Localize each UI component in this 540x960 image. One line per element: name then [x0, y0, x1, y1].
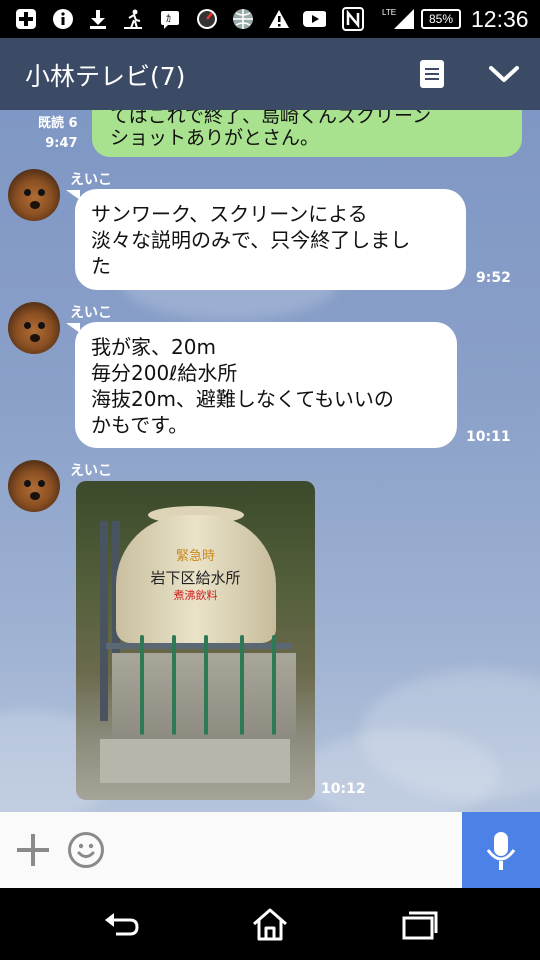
speedometer-icon [195, 7, 219, 31]
photo-text: 煮沸飲料 [173, 589, 218, 602]
warning-icon [267, 7, 291, 31]
my-message-bubble[interactable]: てはこれで終了、島崎くんスクリーン ショットありがとさん。 [92, 110, 522, 157]
back-icon[interactable] [102, 906, 142, 942]
recent-apps-icon[interactable] [400, 906, 440, 942]
plus-icon[interactable] [17, 834, 49, 866]
nfc-chat-icon: ｶ [158, 7, 182, 31]
message-bubble[interactable]: サンワーク、スクリーンによる 淡々な説明のみで、只今終了しまし た [75, 189, 466, 290]
message-line: かもです。 [91, 413, 189, 437]
message-text: ショットありがとさん。 [110, 127, 320, 149]
info-icon [51, 7, 75, 31]
chat-area[interactable]: 既読 6 9:47 てはこれで終了、島崎くんスクリーン ショットありがとさん。 … [0, 110, 540, 812]
sender-name: えいこ [70, 172, 112, 188]
message-bubble[interactable]: 我が家、20m 毎分200ℓ給水所 海抜20m、避難しなくてもいいの かもです。 [75, 322, 457, 448]
system-nav-bar [0, 888, 540, 960]
message-time: 9:52 [476, 270, 511, 286]
download-icon [86, 7, 110, 31]
message-line: た [91, 254, 111, 278]
input-bar [0, 812, 540, 888]
note-icon[interactable] [420, 60, 444, 88]
chat-header: 小林テレビ(7) [0, 38, 540, 110]
chat-title[interactable]: 小林テレビ(7) [25, 57, 185, 93]
read-receipt: 既読 6 9:47 [38, 114, 78, 154]
status-bar: ｶ LTE 85% 12:36 [0, 0, 540, 38]
read-count: 既読 6 [38, 116, 78, 131]
message-line: 淡々な説明のみで、只今終了しまし [91, 228, 411, 252]
lte-signal-icon: LTE [382, 7, 416, 31]
avatar[interactable] [8, 460, 60, 512]
avatar[interactable] [8, 169, 60, 221]
status-clock: 12:36 [471, 6, 529, 32]
microphone-icon[interactable] [462, 812, 540, 888]
battery-indicator: 85% [421, 9, 461, 29]
message-time: 10:11 [466, 429, 511, 445]
chevron-down-icon[interactable] [486, 58, 522, 90]
photo-text: 岩下区給水所 [150, 569, 241, 587]
message-text-partial: てはこれで終了、島崎くんスクリーン [110, 110, 432, 126]
message-line: 海抜20m、避難しなくてもいいの [91, 387, 394, 411]
globe-icon [231, 7, 255, 31]
sender-name: えいこ [70, 305, 112, 321]
message-line: 我が家、20m [91, 335, 216, 359]
message-line: サンワーク、スクリーンによる [91, 202, 368, 226]
svg-text:LTE: LTE [382, 8, 396, 17]
photo-text: 緊急時 [175, 549, 215, 564]
home-icon[interactable] [250, 906, 290, 942]
n-mark-icon [341, 7, 365, 31]
plus-icon [14, 7, 38, 31]
message-line: 毎分200ℓ給水所 [91, 361, 238, 385]
message-time: 9:47 [45, 136, 78, 151]
svg-text:ｶ: ｶ [166, 13, 171, 25]
sender-name: えいこ [70, 463, 112, 479]
message-time: 10:12 [321, 781, 366, 797]
youtube-icon [302, 7, 326, 31]
walking-icon [121, 7, 145, 31]
avatar[interactable] [8, 302, 60, 354]
smiley-icon[interactable] [68, 832, 104, 868]
photo-message[interactable]: 緊急時 岩下区給水所 煮沸飲料 [76, 481, 315, 800]
